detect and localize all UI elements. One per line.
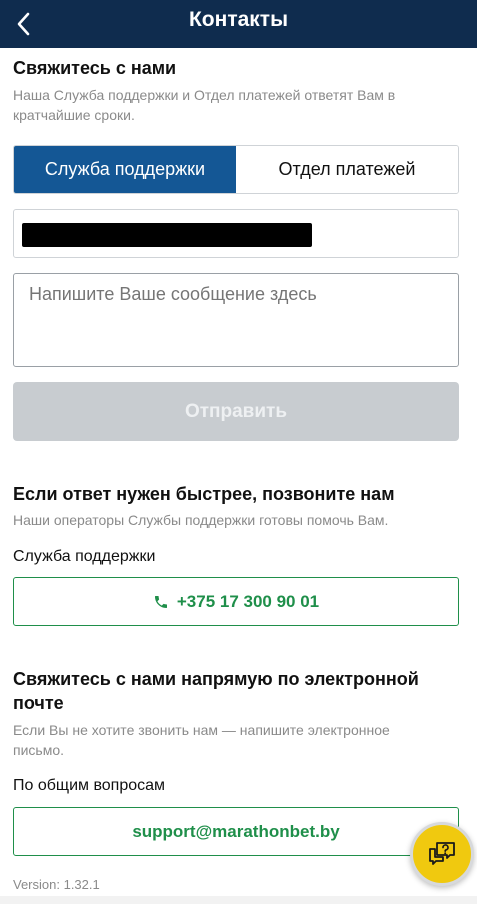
- email-section-title-line2: почте: [13, 693, 64, 713]
- support-email-button[interactable]: support@marathonbet.by: [13, 807, 459, 856]
- tab-support[interactable]: Служба поддержки: [14, 146, 236, 193]
- call-section-title: Если ответ нужен быстрее, позвоните нам: [13, 484, 395, 504]
- bottom-bar: [0, 896, 477, 904]
- email-section-title-line1: Свяжитесь с нами напрямую по электронной: [13, 669, 419, 689]
- general-questions-label: По общим вопросам: [13, 777, 166, 794]
- support-email-link: support@marathonbet.by: [132, 821, 340, 841]
- page-title: Контакты: [188, 8, 289, 31]
- email-field[interactable]: [13, 209, 459, 258]
- phone-icon: [153, 594, 169, 610]
- email-section-subtitle-line2: письмо.: [13, 742, 64, 758]
- call-support-label: Служба поддержки: [13, 548, 156, 565]
- phone-call-button[interactable]: +375 17 300 90 01: [13, 577, 459, 626]
- app-version: Version: 1.32.1: [13, 877, 100, 892]
- phone-number: +375 17 300 90 01: [176, 591, 320, 611]
- department-tabs: Служба поддержки Отдел платежей: [13, 145, 459, 194]
- email-section-subtitle-line1: Если Вы не хотите звонить нам — напишите…: [13, 722, 390, 738]
- call-section-subtitle: Наши операторы Службы поддержки готовы п…: [13, 512, 389, 528]
- contact-form-subtitle-line2: кратчайшие сроки.: [13, 107, 135, 123]
- app-header: Контакты: [0, 0, 477, 48]
- tab-payments[interactable]: Отдел платежей: [236, 146, 458, 193]
- message-input[interactable]: [13, 273, 459, 367]
- contact-form-subtitle-line1: Наша Служба поддержки и Отдел платежей о…: [13, 87, 396, 103]
- contact-form-title: Свяжитесь с нами: [13, 58, 177, 78]
- chat-question-icon: [429, 842, 455, 865]
- redacted-email-value: [22, 223, 312, 247]
- send-button[interactable]: Отправить: [13, 382, 459, 441]
- chat-support-button[interactable]: [410, 822, 474, 886]
